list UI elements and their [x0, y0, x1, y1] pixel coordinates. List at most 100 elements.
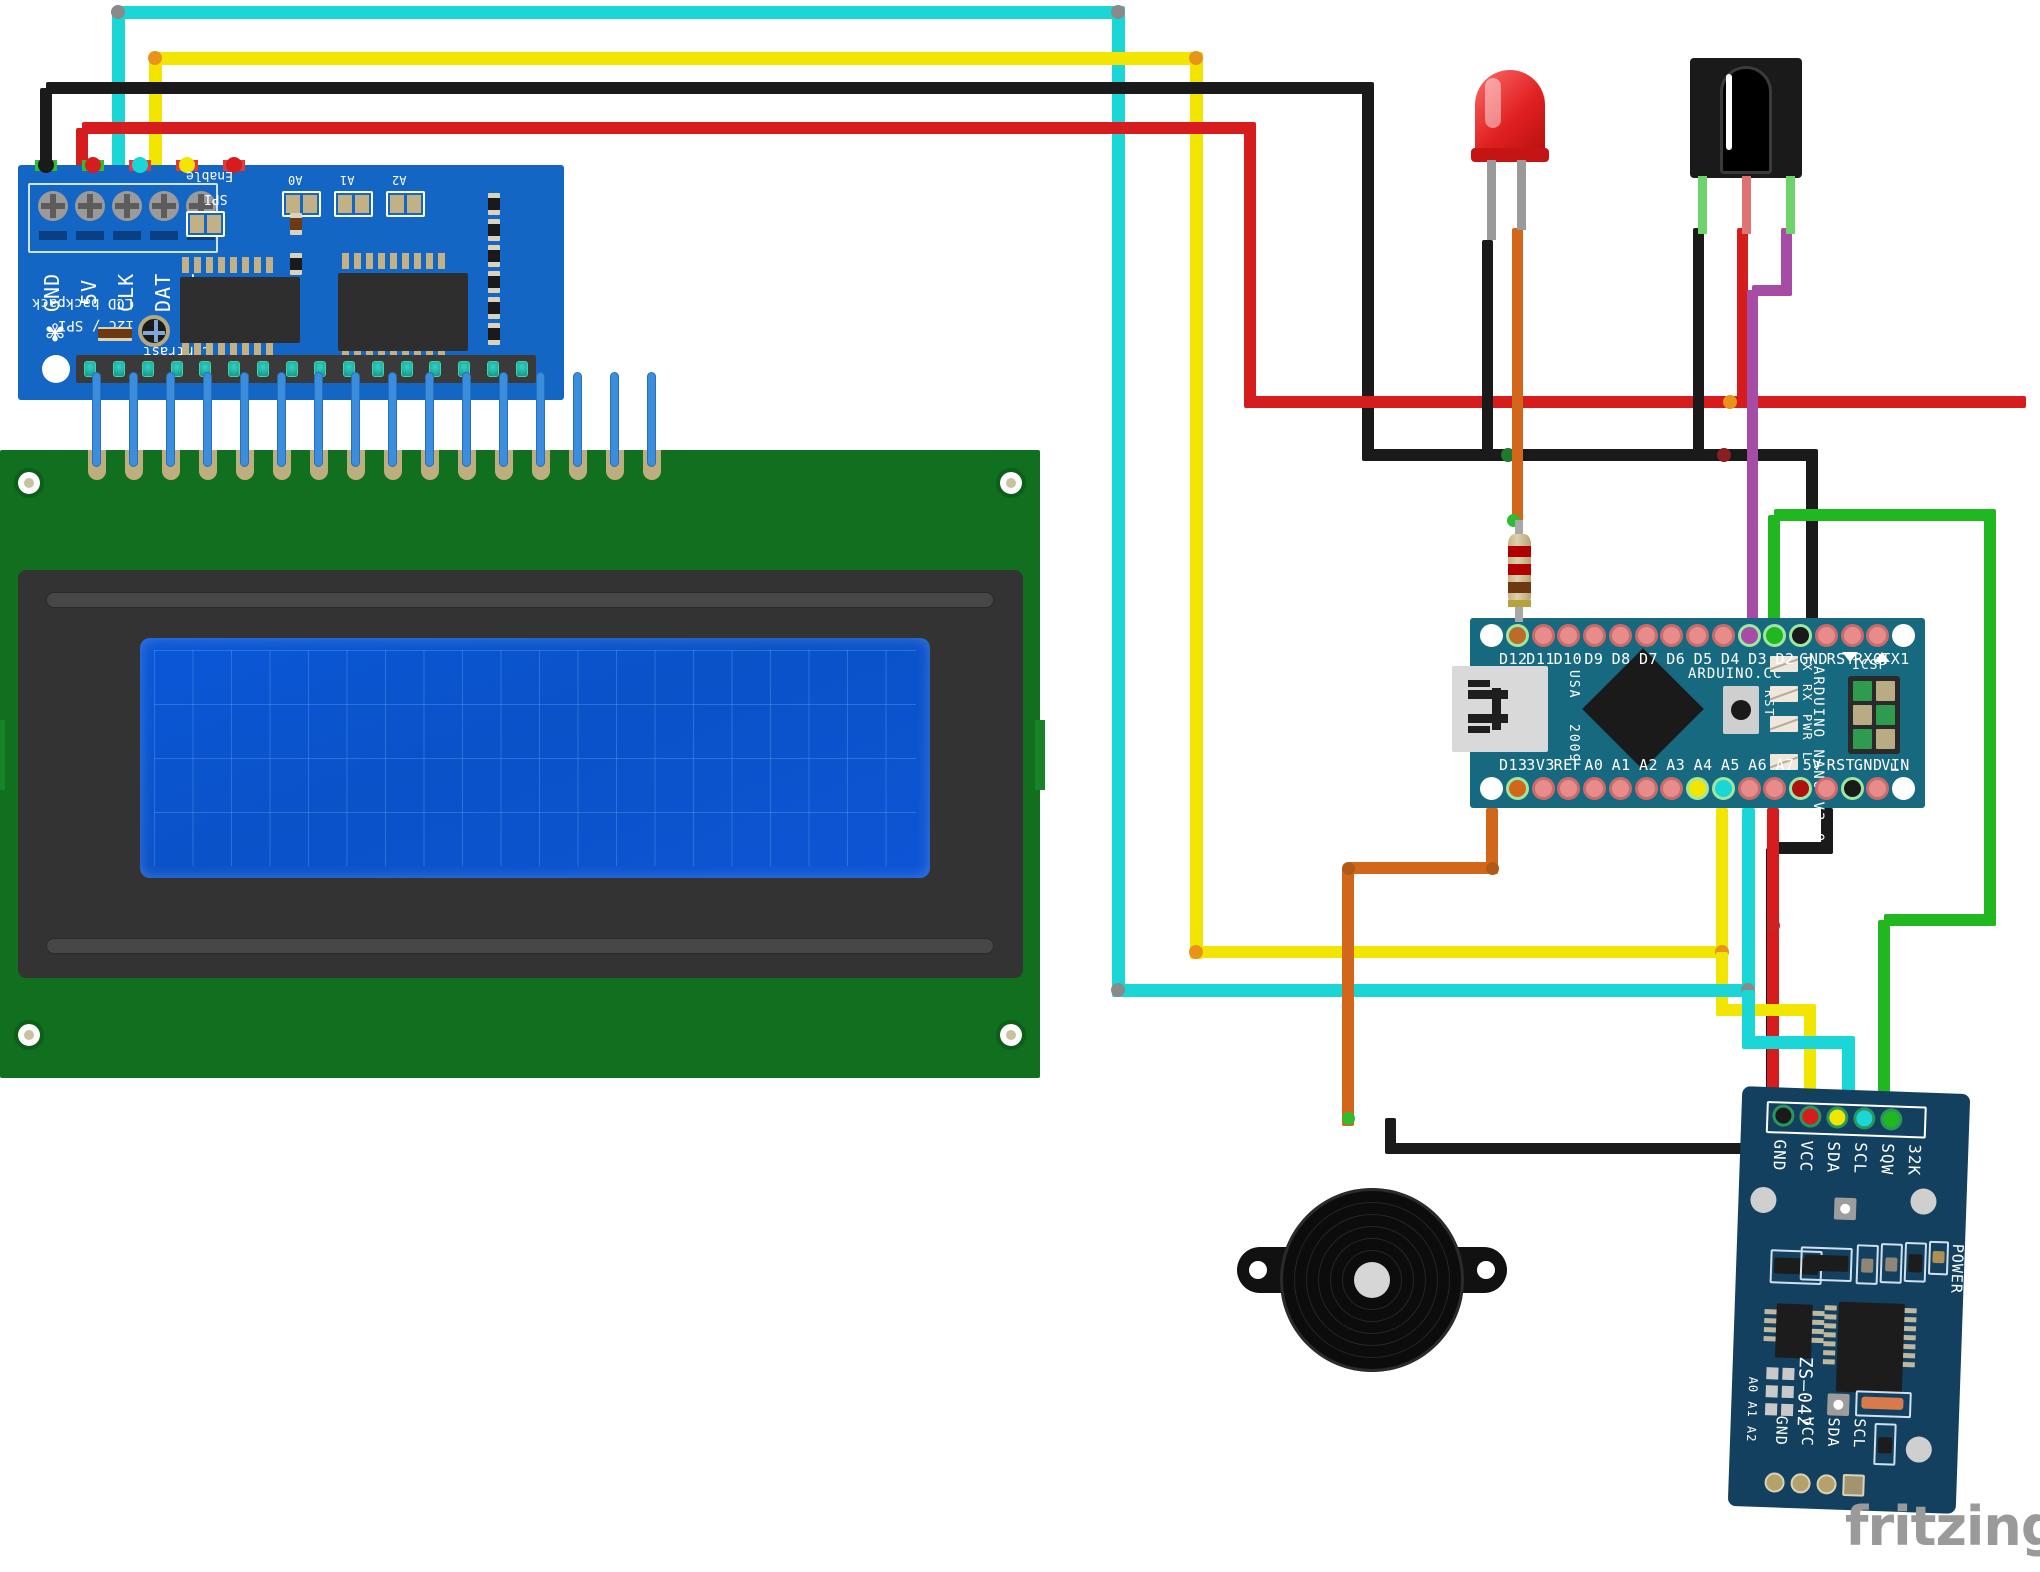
- nano-pin-label-d13: D13: [1499, 756, 1528, 774]
- nano-pin-a3[interactable]: [1660, 777, 1684, 800]
- rtc-address-pad[interactable]: [1781, 1385, 1794, 1399]
- rtc-bottom-header[interactable]: [1764, 1471, 1865, 1497]
- wire-junction-node: [1485, 861, 1499, 875]
- piezo-buzzer[interactable]: [1237, 1175, 1507, 1372]
- nano-pin-5v[interactable]: [1789, 777, 1812, 800]
- backpack-screw[interactable]: [112, 191, 142, 221]
- nano-pin-d6[interactable]: [1660, 624, 1684, 647]
- nano-pin-label-a0: A0: [1584, 756, 1604, 774]
- backpack-terminal-connector[interactable]: [85, 157, 101, 173]
- nano-pin-label-a2: A2: [1638, 756, 1659, 774]
- nano-pin-d12[interactable]: [1505, 624, 1529, 647]
- backpack-logo-dot: [42, 355, 70, 383]
- nano-pin-label-d7: D7: [1638, 650, 1659, 668]
- backpack-through-hole-resistor: [98, 327, 132, 341]
- wire-junction-node: [1111, 983, 1125, 997]
- jumper-pin: [647, 372, 656, 467]
- backpack-terminal-label-clk: CLK: [114, 272, 138, 312]
- nano-pin-ref[interactable]: [1557, 777, 1581, 800]
- nano-pin-vin[interactable]: [1866, 777, 1890, 800]
- backpack-ic2-pins-top: [342, 253, 445, 269]
- nano-pin-tx1[interactable]: [1866, 624, 1890, 647]
- nano-top-pin-row[interactable]: [1470, 624, 1925, 647]
- backpack-ic1-pins-top: [182, 257, 273, 273]
- nano-pin-gnd[interactable]: [1840, 777, 1864, 800]
- ir-receiver-module[interactable]: [1690, 58, 1808, 234]
- nano-pin-label-d9: D9: [1584, 650, 1604, 668]
- nano-pin-a7[interactable]: [1763, 777, 1787, 800]
- nano-pin-label-d12: D12: [1499, 650, 1528, 668]
- nano-pin-a0[interactable]: [1583, 777, 1606, 800]
- backpack-screw[interactable]: [38, 191, 68, 221]
- nano-brand-text: ARDUINO.CC: [1688, 666, 1783, 682]
- nano-icsp-header[interactable]: [1848, 676, 1900, 754]
- nano-pin-rx0[interactable]: [1840, 624, 1864, 647]
- nano-pin-d9[interactable]: [1583, 624, 1606, 647]
- backpack-screw[interactable]: [75, 191, 105, 221]
- rtc-address-pad[interactable]: [1765, 1385, 1778, 1398]
- rtc-eeprom-pins-left: [1763, 1309, 1777, 1342]
- rtc-address-pad[interactable]: [1780, 1403, 1794, 1417]
- nano-pin-a2[interactable]: [1634, 777, 1658, 800]
- backpack-screw[interactable]: [149, 191, 179, 221]
- nano-pin-a5[interactable]: [1711, 777, 1735, 800]
- nano-pin-a4[interactable]: [1686, 777, 1709, 800]
- wire-segment: [118, 5, 1125, 19]
- backpack-terminal-connector[interactable]: [38, 157, 54, 173]
- nano-status-led-label-rx: RX: [1800, 684, 1814, 703]
- nano-pin-3v3[interactable]: [1531, 777, 1555, 800]
- rtc-pin-label-sqw: SQW: [1877, 1142, 1898, 1176]
- nano-pin-a1[interactable]: [1608, 777, 1632, 800]
- nano-usb-connector[interactable]: [1452, 666, 1548, 752]
- nano-pin-a6[interactable]: [1737, 777, 1761, 800]
- lcd-bezel-slit: [46, 938, 994, 954]
- rtc-mount-hole: [1749, 1186, 1777, 1214]
- wire-segment: [1772, 842, 1833, 854]
- backpack-spi-jumper[interactable]: [186, 211, 225, 237]
- nano-reset-button[interactable]: [1723, 686, 1759, 734]
- jumper-pin: [499, 372, 508, 467]
- nano-pin-d8[interactable]: [1608, 624, 1632, 647]
- nano-pin-label-d2: D2: [1775, 650, 1795, 668]
- red-led[interactable]: [1465, 70, 1555, 240]
- nano-pin-label-vin: VIN: [1881, 756, 1910, 774]
- wire-segment: [1767, 808, 1779, 1104]
- nano-pin-label-tx1: TX1: [1881, 650, 1910, 668]
- lcd-screen: [140, 638, 930, 878]
- nano-pin-d10[interactable]: [1557, 624, 1581, 647]
- adafruit-flower-logo: ✾: [46, 314, 65, 349]
- arduino-nano-board[interactable]: RST USA 2009 ARDUINO.CC ARDUINO NANO V3.…: [1452, 618, 1925, 843]
- backpack-terminal-connector[interactable]: [132, 157, 148, 173]
- nano-bottom-pin-row[interactable]: [1470, 777, 1925, 800]
- nano-pin-gnd[interactable]: [1789, 624, 1812, 647]
- nano-pin-rst[interactable]: [1814, 624, 1838, 647]
- rtc-address-pad[interactable]: [1764, 1403, 1778, 1416]
- rtc-ds3231-pins-left: [1822, 1305, 1837, 1365]
- resistor-band-red: [1508, 546, 1531, 557]
- backpack-contrast-potentiometer[interactable]: [138, 315, 170, 347]
- rtc-smd-cap-3-body: [1908, 1254, 1923, 1273]
- backpack-address-jumper-a1[interactable]: [334, 191, 373, 217]
- backpack-terminal-slot: [113, 231, 141, 240]
- i2c-spi-lcd-backpack[interactable]: GND5VCLKDATLAT LCD backpack i2c / SPI Co…: [18, 157, 564, 400]
- nano-pin-d2[interactable]: [1763, 624, 1787, 647]
- nano-pin-d3[interactable]: [1737, 624, 1761, 647]
- wire-junction-node: [1341, 861, 1355, 875]
- nano-pin-d11[interactable]: [1531, 624, 1555, 647]
- resistor-220-ohm[interactable]: [1504, 520, 1534, 622]
- nano-pin-label-a3: A3: [1666, 756, 1686, 774]
- wire-segment: [1748, 1035, 1855, 1049]
- rtc-address-pad[interactable]: [1782, 1367, 1795, 1381]
- rtc-address-pad[interactable]: [1766, 1367, 1779, 1380]
- lcd-20x4-display[interactable]: [0, 450, 1045, 1078]
- nano-pin-d7[interactable]: [1634, 624, 1658, 647]
- nano-status-led-pwr: [1770, 716, 1798, 732]
- wire-segment: [1878, 920, 1890, 1104]
- nano-pin-d5[interactable]: [1686, 624, 1709, 647]
- nano-pin-d13[interactable]: [1505, 777, 1529, 800]
- nano-pin-d4[interactable]: [1711, 624, 1735, 647]
- backpack-address-jumper-a2[interactable]: [386, 191, 425, 217]
- rtc-address-jumper-pads[interactable]: [1742, 1086, 1970, 1417]
- nano-pin-rst[interactable]: [1814, 777, 1838, 800]
- ds3231-rtc-module[interactable]: GND VCC SDA SCL SQW 32K POWER ZS—042 A0 A1 A2: [1727, 1086, 1971, 1514]
